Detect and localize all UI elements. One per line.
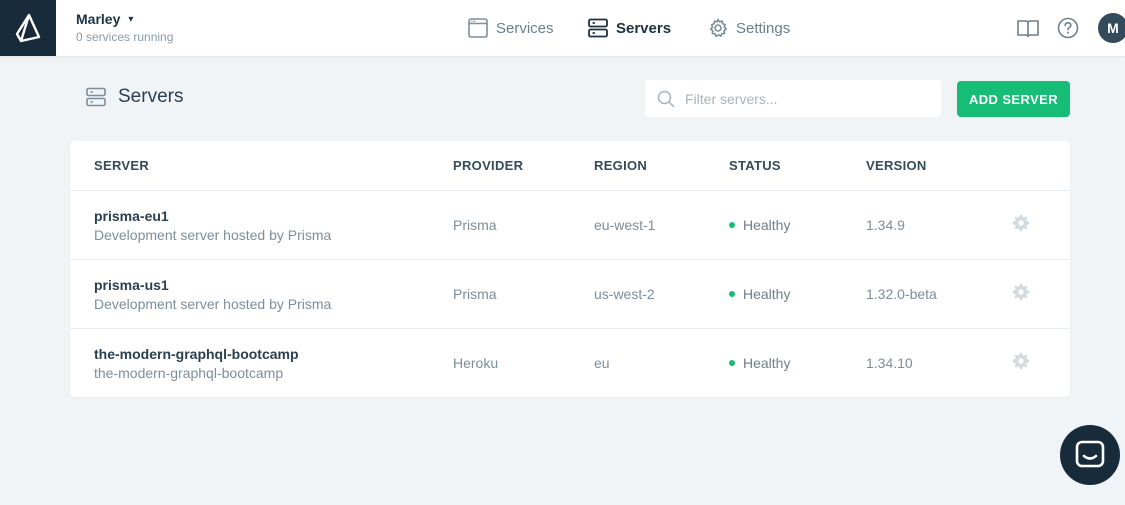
top-bar: Marley ▾ 0 services running Services Ser… — [0, 0, 1125, 56]
status-dot-icon — [729, 222, 735, 228]
server-description: Development server hosted by Prisma — [94, 296, 332, 312]
workspace-subtitle: 0 services running — [76, 30, 174, 44]
server-description: the-modern-graphql-bootcamp — [94, 365, 284, 381]
table-header: SERVER PROVIDER REGION STATUS VERSION — [70, 141, 1070, 191]
table-row[interactable]: prisma-eu1 Development server hosted by … — [70, 191, 1070, 260]
chat-launcher-button[interactable] — [1060, 425, 1120, 485]
row-settings-gear-icon[interactable] — [1012, 214, 1030, 232]
nav-servers-label: Servers — [616, 19, 672, 37]
server-region: us-west-2 — [594, 286, 655, 302]
server-version: 1.34.9 — [866, 217, 905, 233]
server-version: 1.34.10 — [866, 355, 913, 371]
status-badge: Healthy — [729, 355, 790, 371]
prisma-logo[interactable] — [0, 0, 56, 56]
services-icon — [468, 18, 488, 38]
server-name[interactable]: prisma-eu1 — [94, 208, 169, 224]
server-name[interactable]: prisma-us1 — [94, 277, 169, 293]
nav-servers[interactable]: Servers — [588, 0, 671, 56]
servers-table: SERVER PROVIDER REGION STATUS VERSION pr… — [70, 141, 1070, 397]
status-badge: Healthy — [729, 286, 790, 302]
workspace-name: Marley — [76, 11, 121, 27]
page-title: Servers — [118, 86, 184, 107]
server-provider: Heroku — [453, 355, 499, 371]
status-dot-icon — [729, 360, 735, 366]
chat-icon — [1075, 440, 1105, 468]
row-settings-gear-icon[interactable] — [1012, 352, 1030, 370]
column-header-status[interactable]: STATUS — [729, 158, 781, 173]
settings-gear-icon — [709, 18, 727, 38]
status-label: Healthy — [743, 355, 791, 371]
server-version: 1.32.0-beta — [866, 286, 937, 302]
nav-settings-label: Settings — [736, 19, 791, 37]
search-icon — [657, 90, 675, 107]
column-header-server[interactable]: SERVER — [94, 158, 149, 173]
help-icon[interactable] — [1057, 17, 1079, 39]
table-row[interactable]: prisma-us1 Development server hosted by … — [70, 260, 1070, 329]
column-header-region[interactable]: REGION — [594, 158, 647, 173]
workspace-selector[interactable]: Marley ▾ 0 services running — [76, 11, 173, 44]
column-header-version[interactable]: VERSION — [866, 158, 927, 173]
nav-services-label: Services — [496, 19, 554, 37]
column-header-provider[interactable]: PROVIDER — [453, 158, 523, 173]
avatar[interactable]: M — [1098, 13, 1125, 43]
server-name[interactable]: the-modern-graphql-bootcamp — [94, 346, 299, 362]
chevron-down-icon: ▾ — [128, 13, 134, 25]
server-region: eu — [594, 355, 610, 371]
search-box[interactable] — [645, 80, 941, 117]
server-description: Development server hosted by Prisma — [94, 227, 332, 243]
status-badge: Healthy — [729, 217, 790, 233]
search-input[interactable] — [685, 90, 915, 107]
table-row[interactable]: the-modern-graphql-bootcamp the-modern-g… — [70, 329, 1070, 398]
status-label: Healthy — [743, 217, 791, 233]
status-label: Healthy — [743, 286, 791, 302]
nav-services[interactable]: Services — [468, 0, 554, 56]
row-settings-gear-icon[interactable] — [1012, 283, 1030, 301]
docs-book-icon[interactable] — [1017, 17, 1039, 39]
nav-settings[interactable]: Settings — [708, 0, 790, 56]
add-server-button[interactable]: ADD SERVER — [957, 81, 1070, 117]
server-region: eu-west-1 — [594, 217, 656, 233]
server-provider: Prisma — [453, 217, 497, 233]
page-header: Servers — [86, 86, 183, 108]
servers-icon — [86, 87, 106, 107]
server-provider: Prisma — [453, 286, 497, 302]
status-dot-icon — [729, 291, 735, 297]
servers-icon — [588, 18, 608, 38]
